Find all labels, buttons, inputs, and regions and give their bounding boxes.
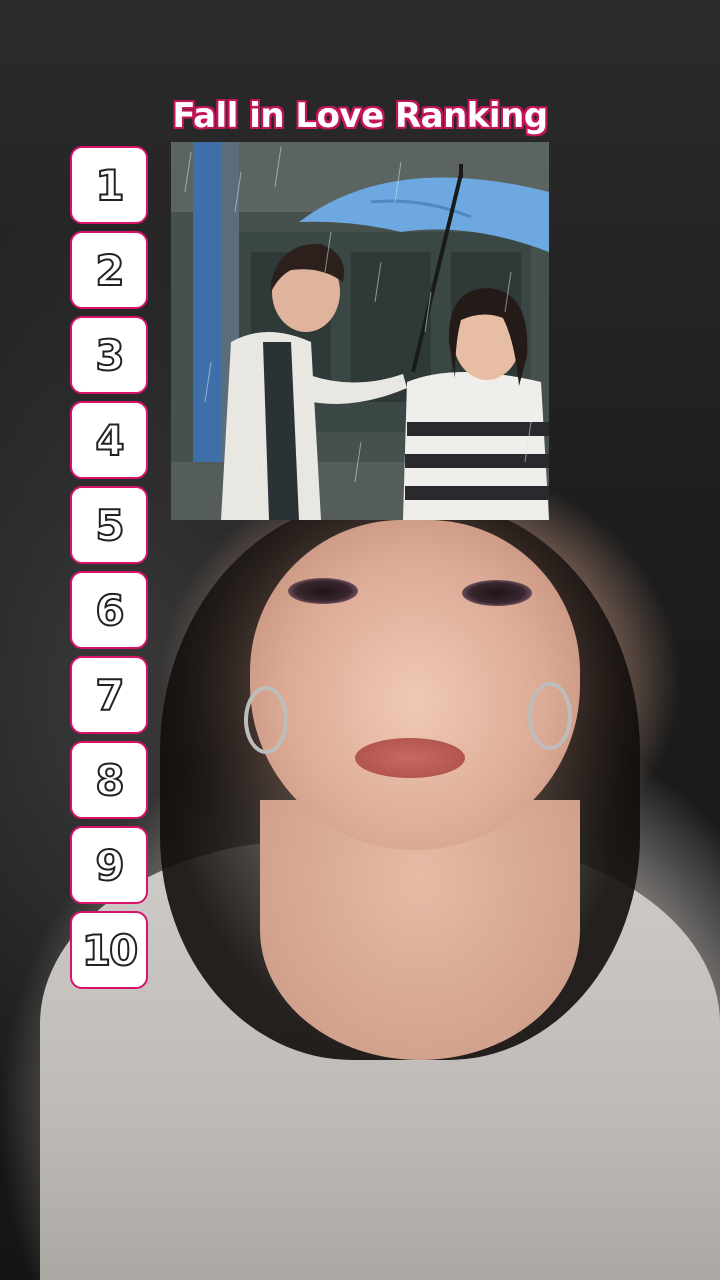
camera-person-lips <box>355 738 465 778</box>
rank-number: 5 <box>94 500 125 551</box>
rank-slot-1[interactable]: 1 <box>70 146 148 224</box>
rank-number: 3 <box>94 330 125 381</box>
rank-slot-3[interactable]: 3 <box>70 316 148 394</box>
rank-number: 7 <box>94 670 125 721</box>
rank-number: 8 <box>94 755 125 806</box>
rank-slot-2[interactable]: 2 <box>70 231 148 309</box>
camera-person-left-earring <box>244 686 288 754</box>
ranking-list: 1 2 3 4 5 6 7 8 9 10 <box>70 146 152 996</box>
ranking-title: Fall in Love Ranking <box>172 96 548 136</box>
camera-person-right-eye <box>462 580 532 606</box>
rank-slot-4[interactable]: 4 <box>70 401 148 479</box>
camera-person-right-earring <box>528 682 572 750</box>
rank-number: 10 <box>81 925 139 976</box>
camera-person-face <box>250 520 580 850</box>
rank-number: 9 <box>94 840 125 891</box>
rank-slot-5[interactable]: 5 <box>70 486 148 564</box>
rank-number: 2 <box>94 245 125 296</box>
couple-umbrella-illustration <box>171 142 549 520</box>
rank-slot-9[interactable]: 9 <box>70 826 148 904</box>
candidate-photo[interactable] <box>171 142 549 520</box>
rank-number: 6 <box>94 585 125 636</box>
rank-slot-6[interactable]: 6 <box>70 571 148 649</box>
rank-slot-7[interactable]: 7 <box>70 656 148 734</box>
rank-number: 4 <box>94 415 125 466</box>
rank-slot-10[interactable]: 10 <box>70 911 148 989</box>
rank-slot-8[interactable]: 8 <box>70 741 148 819</box>
rank-number: 1 <box>94 160 125 211</box>
camera-person-left-eye <box>288 578 358 604</box>
video-frame: Fall in Love Ranking 1 2 3 4 5 6 7 8 9 1… <box>0 0 720 1280</box>
